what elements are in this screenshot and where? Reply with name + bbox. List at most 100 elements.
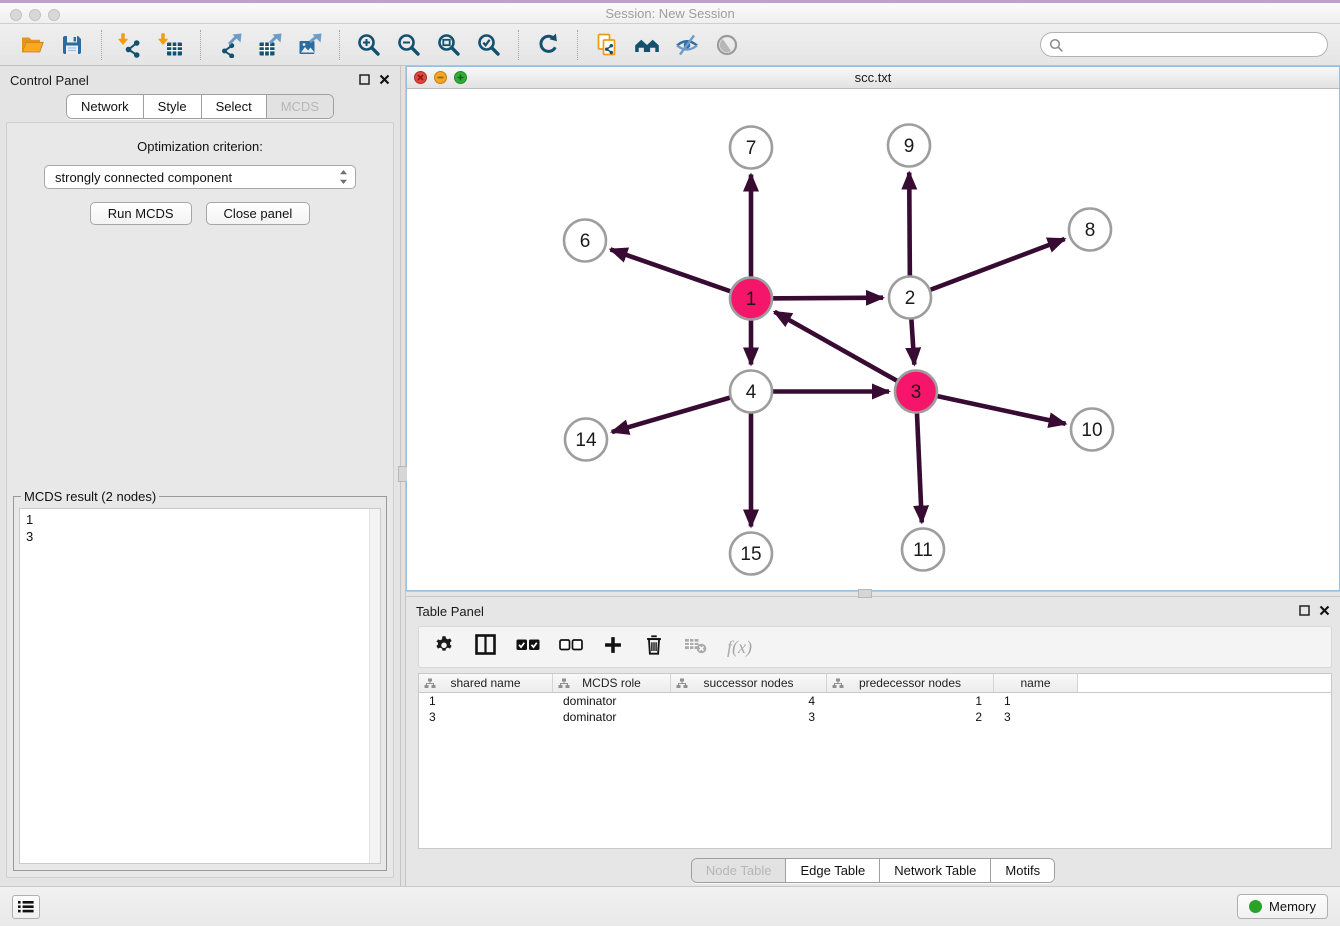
- export-image-icon: [297, 32, 323, 58]
- save-session-button[interactable]: [52, 27, 92, 63]
- trash-icon: [643, 633, 665, 657]
- float-table-panel-icon[interactable]: [1299, 604, 1310, 619]
- close-window-icon[interactable]: [10, 9, 22, 21]
- table-cell: 3: [994, 710, 1078, 724]
- table-tab-network-table[interactable]: Network Table: [880, 859, 991, 882]
- table-tabs: Node TableEdge TableNetwork TableMotifs: [406, 849, 1340, 896]
- show-hide-style-button[interactable]: [667, 27, 707, 63]
- clone-network-button[interactable]: [587, 27, 627, 63]
- table-cell: 4: [671, 694, 827, 708]
- toolbar-separator: [339, 30, 340, 60]
- delete-table-button[interactable]: [684, 634, 708, 661]
- zoom-fit-icon: [436, 32, 462, 58]
- first-neighbors-button[interactable]: [627, 27, 667, 63]
- hierarchy-icon: [832, 678, 844, 689]
- column-header-shared-name[interactable]: shared name: [419, 674, 553, 692]
- table-row[interactable]: 1dominator411: [419, 693, 1331, 709]
- table-row[interactable]: 3dominator323: [419, 709, 1331, 725]
- horizontal-splitter-handle[interactable]: [858, 589, 872, 598]
- export-table-button[interactable]: [250, 27, 290, 63]
- column-header-name[interactable]: name: [994, 674, 1078, 692]
- show-hide-panel-button[interactable]: [707, 27, 747, 63]
- gear-icon: [433, 634, 455, 656]
- minimize-window-icon[interactable]: [29, 9, 41, 21]
- maximize-window-icon[interactable]: [48, 9, 60, 21]
- graph-edge-3-1[interactable]: [775, 312, 917, 392]
- control-tab-style[interactable]: Style: [144, 95, 202, 118]
- control-panel-title: Control Panel: [10, 73, 89, 88]
- network-maximize-icon[interactable]: [454, 71, 467, 84]
- zoom-selected-button[interactable]: [469, 27, 509, 63]
- refresh-icon: [535, 32, 561, 58]
- column-layout-button[interactable]: [474, 633, 497, 661]
- mcds-result-line: 1: [26, 511, 374, 528]
- table-tab-node-table[interactable]: Node Table: [692, 859, 787, 882]
- graph-edge-1-6[interactable]: [611, 249, 752, 298]
- network-close-icon[interactable]: [414, 71, 427, 84]
- horizontal-splitter[interactable]: [406, 591, 1340, 597]
- eye-slash-icon: [674, 32, 700, 58]
- table-cell: 1: [419, 694, 553, 708]
- zoom-fit-button[interactable]: [429, 27, 469, 63]
- open-session-button[interactable]: [12, 27, 52, 63]
- refresh-layout-button[interactable]: [528, 27, 568, 63]
- table-tab-edge-table[interactable]: Edge Table: [786, 859, 880, 882]
- deselect-all-button[interactable]: [559, 638, 583, 657]
- graph-node-label: 6: [580, 231, 591, 252]
- zoom-in-icon: [356, 32, 382, 58]
- zoom-in-button[interactable]: [349, 27, 389, 63]
- main-area: Control Panel NetworkStyleSelectMCDS Opt…: [0, 66, 1340, 886]
- graph-edge-2-8[interactable]: [910, 239, 1065, 298]
- network-window-titlebar[interactable]: scc.txt: [407, 67, 1339, 89]
- optimization-criterion-select[interactable]: strongly connected component: [44, 165, 356, 189]
- table-cell: 1: [827, 694, 994, 708]
- close-panel-button[interactable]: Close panel: [206, 202, 311, 225]
- task-history-button[interactable]: [12, 895, 40, 919]
- export-network-button[interactable]: [210, 27, 250, 63]
- delete-table-icon: [684, 634, 708, 656]
- close-panel-icon[interactable]: [379, 73, 390, 88]
- memory-button[interactable]: Memory: [1237, 894, 1328, 919]
- hierarchy-icon: [424, 678, 436, 689]
- columns-icon: [474, 633, 497, 656]
- hierarchy-icon: [676, 678, 688, 689]
- column-header-mcds-role[interactable]: MCDS role: [553, 674, 671, 692]
- vertical-splitter[interactable]: [400, 66, 406, 886]
- graph-edge-3-10[interactable]: [916, 392, 1066, 424]
- graph-node-label: 8: [1085, 220, 1096, 241]
- network-minimize-icon[interactable]: [434, 71, 447, 84]
- table-tab-motifs[interactable]: Motifs: [991, 859, 1054, 882]
- table-cell: dominator: [553, 710, 671, 724]
- control-tab-network[interactable]: Network: [67, 95, 144, 118]
- search-container: [1040, 32, 1328, 57]
- network-graph[interactable]: 7968124314101511: [407, 89, 1339, 590]
- mcds-result-list[interactable]: 13: [19, 508, 381, 864]
- select-all-button[interactable]: [516, 638, 540, 657]
- zoom-out-button[interactable]: [389, 27, 429, 63]
- float-panel-icon[interactable]: [359, 73, 370, 88]
- import-table-button[interactable]: [151, 27, 191, 63]
- export-table-icon: [257, 32, 283, 58]
- graph-node-label: 10: [1081, 420, 1102, 441]
- control-tab-select[interactable]: Select: [202, 95, 267, 118]
- function-builder-button[interactable]: f(x): [727, 637, 752, 658]
- run-mcds-button[interactable]: Run MCDS: [90, 202, 192, 225]
- result-scrollbar[interactable]: [369, 509, 380, 863]
- table-cell: dominator: [553, 694, 671, 708]
- control-tab-mcds[interactable]: MCDS: [267, 95, 333, 118]
- table-settings-button[interactable]: [433, 634, 455, 661]
- import-network-button[interactable]: [111, 27, 151, 63]
- close-table-panel-icon[interactable]: [1319, 604, 1330, 619]
- delete-column-button[interactable]: [643, 633, 665, 662]
- network-canvas[interactable]: 7968124314101511: [407, 89, 1339, 590]
- column-header-successor-nodes[interactable]: successor nodes: [671, 674, 827, 692]
- column-header-label: shared name: [450, 676, 520, 690]
- mcds-panel: Optimization criterion: strongly connect…: [6, 122, 394, 878]
- control-panel-tabs: NetworkStyleSelectMCDS: [0, 94, 400, 119]
- search-input[interactable]: [1040, 32, 1328, 57]
- control-panel-header: Control Panel: [0, 66, 400, 94]
- export-image-button[interactable]: [290, 27, 330, 63]
- toolbar-separator: [101, 30, 102, 60]
- column-header-predecessor-nodes[interactable]: predecessor nodes: [827, 674, 994, 692]
- add-column-button[interactable]: [602, 634, 624, 661]
